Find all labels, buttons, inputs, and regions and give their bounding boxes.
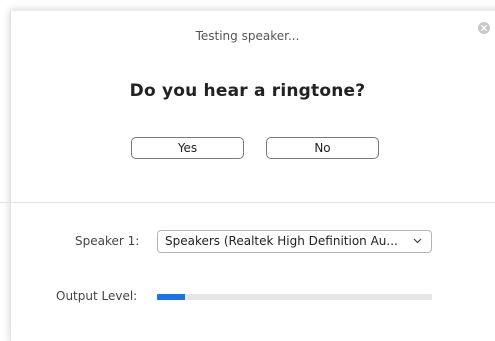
output-level-meter [157, 294, 432, 300]
speaker-select[interactable]: Speakers (Realtek High Definition Au... [157, 230, 432, 253]
output-level-fill [157, 294, 185, 300]
output-level-label: Output Level: [56, 289, 138, 303]
chevron-down-icon [413, 238, 422, 244]
ringtone-question: Do you hear a ringtone? [129, 81, 366, 101]
yes-button[interactable]: Yes [131, 137, 244, 159]
status-text: Testing speaker... [195, 29, 300, 43]
speaker-label: Speaker 1: [75, 234, 140, 248]
speaker-select-value: Speakers (Realtek High Definition Au... [165, 234, 398, 248]
no-button[interactable]: No [266, 137, 379, 159]
section-divider [0, 202, 495, 203]
